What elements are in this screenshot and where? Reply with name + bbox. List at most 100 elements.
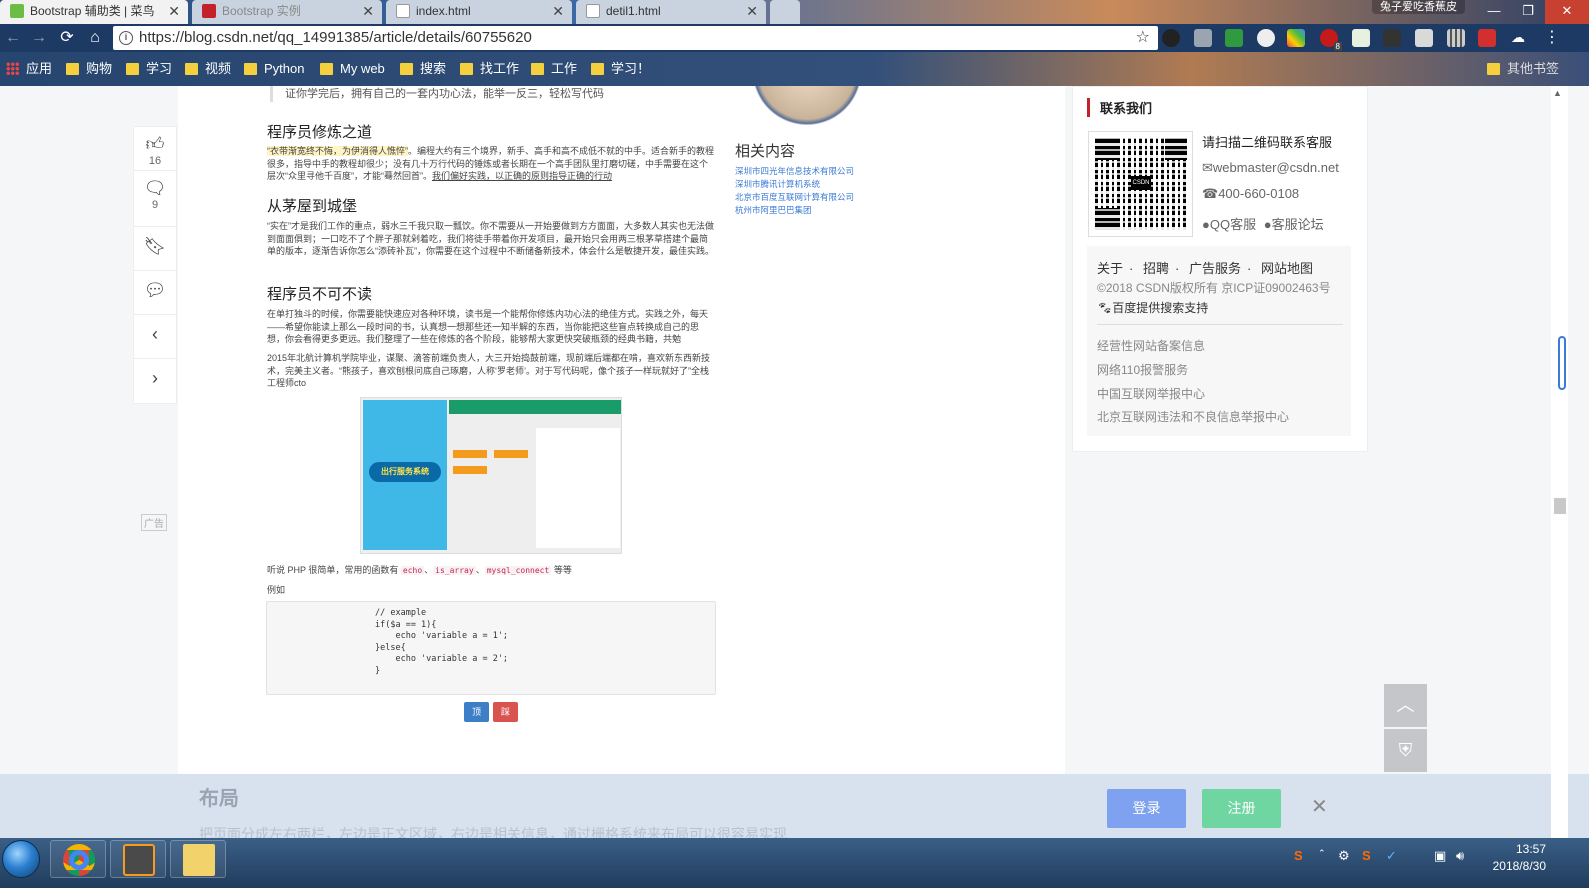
close-icon[interactable]: ✕ — [1311, 794, 1328, 819]
bookmark-search[interactable]: 搜索 — [400, 61, 446, 77]
legal-link[interactable]: 北京互联网违法和不良信息举报中心 — [1097, 408, 1289, 425]
start-button[interactable] — [2, 840, 40, 878]
bookmark-work[interactable]: 工作 — [531, 61, 577, 77]
qq-support-link[interactable]: QQ客服 — [1210, 217, 1256, 232]
close-tab-icon[interactable]: ✕ — [552, 0, 564, 22]
bookmark-apps[interactable]: 应用 — [6, 61, 52, 77]
taskbar-sublime[interactable] — [110, 840, 166, 878]
legal-link[interactable]: 中国互联网举报中心 — [1097, 385, 1205, 402]
scroll-up-arrow-icon[interactable]: ▲ — [1553, 88, 1562, 98]
vote-down-button[interactable]: 踩 — [493, 702, 518, 722]
dot-separator: · — [1246, 261, 1252, 276]
extension-qr-icon[interactable] — [1447, 29, 1465, 47]
home-icon[interactable]: ⌂ — [84, 28, 106, 48]
extension-reader-icon[interactable] — [1415, 29, 1433, 47]
register-button[interactable]: 注册 — [1202, 789, 1281, 828]
bookmark-star-icon[interactable]: ☆ — [1136, 26, 1150, 50]
tab-title: index.html — [416, 4, 471, 18]
site-info-icon[interactable]: i — [119, 31, 133, 45]
about-link[interactable]: 关于 — [1097, 261, 1123, 276]
related-link[interactable]: 深圳市四光年信息技术有限公司 — [735, 165, 854, 178]
tab-bootstrap-example[interactable]: Bootstrap 实例 ✕ — [192, 0, 382, 24]
prev-article-button[interactable]: ‹ — [134, 315, 176, 359]
back-to-top-button[interactable]: ︿ — [1384, 684, 1427, 727]
app-card-list — [536, 428, 620, 548]
bookmark-my-web[interactable]: My web — [320, 61, 385, 77]
extension-mask-icon[interactable] — [1383, 29, 1401, 47]
extension-icon[interactable] — [1162, 29, 1180, 47]
bookmark-python[interactable]: Python — [244, 61, 304, 77]
sogou-input-icon[interactable]: S — [1362, 848, 1371, 863]
close-tab-icon[interactable]: ✕ — [746, 0, 758, 22]
ad-label: 广告 — [141, 514, 167, 531]
vote-up-button[interactable]: 顶 — [464, 702, 489, 722]
tab-bootstrap-helper[interactable]: Bootstrap 辅助类 | 菜鸟 ✕ — [0, 0, 188, 24]
close-tab-icon[interactable]: ✕ — [362, 0, 374, 22]
scroll-thumb[interactable] — [1554, 498, 1566, 514]
like-button[interactable]: 👍︎ 16 — [134, 127, 176, 171]
forum-icon: ● — [1263, 217, 1272, 232]
bookmark-label: 其他书签 — [1507, 61, 1560, 76]
email-line[interactable]: ✉webmaster@csdn.net — [1202, 160, 1339, 176]
minimize-icon[interactable]: — — [1477, 0, 1511, 24]
system-clock[interactable]: 13:57 2018/8/30 — [1488, 841, 1546, 875]
back-arrow-icon[interactable]: ← — [2, 28, 24, 48]
extension-sheet-icon[interactable] — [1352, 29, 1370, 47]
new-tab-button[interactable] — [770, 0, 800, 24]
related-link[interactable]: 深圳市腾讯计算机系统 — [735, 178, 854, 191]
close-tab-icon[interactable]: ✕ — [168, 0, 180, 22]
legal-link[interactable]: 经营性网站备案信息 — [1097, 337, 1205, 354]
extension-panda-icon[interactable] — [1257, 29, 1275, 47]
ads-link[interactable]: 广告服务 — [1189, 261, 1241, 276]
close-window-icon[interactable]: ✕ — [1545, 0, 1589, 24]
adblock-plus-icon[interactable]: 8 — [1320, 29, 1342, 51]
favorite-button[interactable]: 🔖︎ — [134, 227, 176, 271]
extension-red-icon[interactable] — [1478, 29, 1496, 47]
qr-code-image: CSDN — [1088, 131, 1193, 237]
bookmark-shopping[interactable]: 购物 — [66, 61, 112, 77]
tray-app-icon[interactable]: ⚙ — [1338, 848, 1350, 864]
volume-icon[interactable]: 🔊︎ — [1456, 848, 1464, 864]
bookmark-study-2[interactable]: 学习！ — [591, 61, 650, 77]
tray-arrow-icon[interactable]: ⌃ — [1318, 848, 1326, 859]
floating-slider-handle[interactable] — [1558, 336, 1566, 390]
related-title: 相关内容 — [735, 143, 796, 160]
next-article-button[interactable]: › — [134, 359, 176, 403]
reload-icon[interactable]: ⟳ — [56, 28, 78, 48]
forum-link[interactable]: 客服论坛 — [1272, 217, 1324, 232]
network-icon[interactable]: ▣ — [1434, 848, 1446, 864]
windows-taskbar: S ⌃ ⚙ S ✓ ▣ 🔊︎ 13:57 2018/8/30 — [0, 838, 1589, 888]
heading-hut-to-castle: 从茅屋到城堡 — [267, 198, 358, 215]
address-bar[interactable]: i https://blog.csdn.net/qq_14991385/arti… — [113, 26, 1158, 50]
sogou-tray-icon[interactable]: S — [1294, 848, 1303, 863]
jobs-link[interactable]: 招聘 — [1143, 261, 1169, 276]
bookmark-label: 购物 — [86, 61, 113, 76]
wechat-share-button[interactable]: 💬︎ — [134, 271, 176, 315]
profile-name[interactable]: 兔子爱吃香蕉皮 — [1372, 0, 1465, 14]
taskbar-explorer[interactable] — [170, 840, 226, 878]
extension-cloud-icon[interactable]: ☁ — [1509, 29, 1527, 47]
extension-color-icon[interactable] — [1287, 29, 1305, 47]
tab-detil1-html[interactable]: detil1.html ✕ — [576, 0, 766, 24]
chrome-menu-icon[interactable]: ⋮ — [1541, 28, 1563, 48]
taskbar-chrome[interactable] — [50, 840, 106, 878]
login-prompt-bar: 布局 把页面分成左右两栏，左边是正文区域，右边是相关信息，通过栅格系统来布局可以… — [0, 774, 1589, 842]
maximize-icon[interactable]: ❐ — [1511, 0, 1545, 24]
related-link[interactable]: 北京市百度互联网计算有限公司 — [735, 191, 854, 204]
bookmark-job-hunt[interactable]: 找工作 — [460, 61, 519, 77]
tray-bird-icon[interactable]: ✓ — [1386, 848, 1397, 864]
report-shield-button[interactable]: ⛨ — [1384, 729, 1427, 772]
login-button[interactable]: 登录 — [1107, 789, 1186, 828]
tab-index-html[interactable]: index.html ✕ — [386, 0, 572, 24]
sitemap-link[interactable]: 网站地图 — [1261, 261, 1313, 276]
bookmark-video[interactable]: 视频 — [185, 61, 231, 77]
forward-arrow-icon[interactable]: → — [28, 28, 50, 48]
comment-button[interactable]: 🗨︎ 9 — [134, 171, 176, 227]
related-link[interactable]: 杭州市阿里巴巴集团 — [735, 204, 854, 217]
extension-shield-icon[interactable] — [1194, 29, 1212, 47]
bookmark-study[interactable]: 学习 — [126, 61, 172, 77]
page-scrollbar[interactable] — [1551, 86, 1568, 838]
bookmark-other[interactable]: 其他书签 — [1487, 61, 1559, 77]
legal-link[interactable]: 网络110报警服务 — [1097, 361, 1188, 378]
extension-cors-icon[interactable] — [1225, 29, 1243, 47]
